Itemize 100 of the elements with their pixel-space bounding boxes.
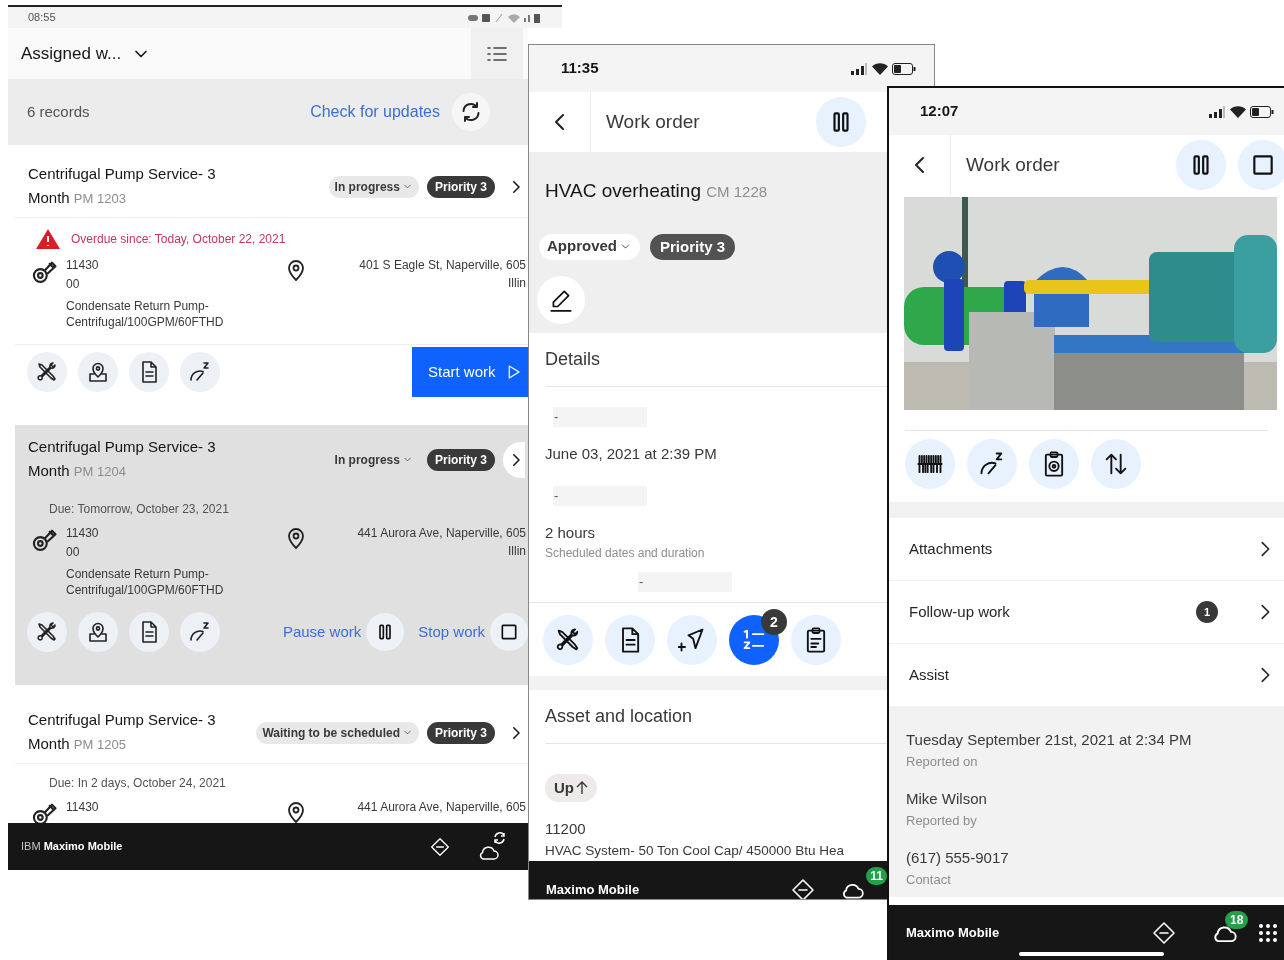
view-selector[interactable]: Assigned w...: [21, 40, 152, 67]
priority-badge: Priority 3: [426, 448, 495, 471]
stop-work-link[interactable]: Stop work: [418, 620, 485, 644]
status-dropdown[interactable]: Approved: [539, 233, 640, 260]
work-order-title: Centrifugal Pump Service- 3 Month PM 1205: [28, 710, 217, 754]
stop-button[interactable]: [1238, 140, 1284, 190]
action-button[interactable]: [180, 352, 220, 392]
status-time: 08:55: [28, 10, 56, 26]
signal-icon: [850, 62, 868, 75]
open-button[interactable]: [503, 441, 525, 478]
check-updates-link[interactable]: Check for updates: [310, 100, 440, 124]
stop-icon: [1250, 152, 1276, 178]
asset-line: 00: [66, 544, 81, 561]
section-heading: Asset and location: [545, 705, 693, 728]
asset-description: Condensate Return Pump- Centrifugal/100GPM/60FTHD: [66, 566, 225, 598]
send-plus-icon: [678, 626, 706, 654]
work-order-title: Centrifugal Pump Service- 3 Month PM 1203: [28, 164, 217, 208]
action-button[interactable]: [78, 352, 118, 392]
pause-button[interactable]: [1176, 140, 1226, 190]
action-button[interactable]: [78, 612, 118, 652]
screen-title: Work order: [965, 152, 1061, 177]
status-dropdown[interactable]: In progress: [328, 175, 419, 198]
info-label: Reported on: [906, 752, 979, 771]
diamond-icon: [430, 836, 450, 857]
status-time: 11:35: [561, 58, 599, 79]
signal-icon: [1208, 105, 1226, 118]
asset-number: 11200: [545, 819, 587, 839]
pause-work-link[interactable]: Pause work: [282, 620, 362, 644]
work-order-title: HVAC overheating CM 1228: [545, 179, 769, 203]
battery-icon: [892, 62, 916, 75]
asset-line: 00: [66, 276, 81, 293]
wifi-icon: [1230, 105, 1246, 118]
start-work-button[interactable]: Start work: [412, 347, 528, 397]
refresh-button[interactable]: [452, 93, 490, 131]
address-line: Illin: [508, 543, 526, 560]
action-button[interactable]: [543, 615, 593, 665]
info-label: Contact: [906, 870, 952, 889]
asset-status-badge: Up: [545, 774, 597, 802]
action-button[interactable]: [1091, 439, 1141, 489]
action-button[interactable]: [667, 615, 717, 665]
app-name: IBM Maximo Mobile: [21, 839, 123, 855]
action-button[interactable]: [129, 352, 169, 392]
action-button[interactable]: [1029, 439, 1079, 489]
status-time: 12:07: [920, 101, 959, 122]
app-name: Maximo Mobile: [906, 923, 1000, 942]
action-button[interactable]: [129, 612, 169, 652]
battery-icon: [1250, 105, 1274, 118]
work-order-card[interactable]: [15, 425, 528, 685]
info-value: Tuesday September 21st, 2021 at 2:34 PM: [906, 730, 1193, 750]
address: 441 Aurora Ave, Naperville, 605: [357, 525, 526, 542]
action-button[interactable]: [180, 612, 220, 652]
pause-button[interactable]: [366, 613, 405, 651]
empty-value: -: [638, 572, 732, 592]
field-label: Scheduled dates and duration: [545, 545, 706, 562]
priority-badge: Priority 3: [650, 233, 736, 260]
stop-button[interactable]: [490, 613, 528, 651]
stop-icon: [499, 622, 519, 642]
priority-badge: Priority 3: [426, 721, 495, 744]
edit-button[interactable]: [537, 275, 585, 324]
app-grid-icon: [1258, 922, 1278, 943]
empty-value: -: [553, 407, 647, 427]
action-button[interactable]: [967, 439, 1017, 489]
wifi-icon: [872, 62, 888, 75]
action-button[interactable]: [905, 439, 955, 489]
info-value: Mike Wilson: [906, 789, 988, 809]
map-pin-icon: [86, 360, 110, 384]
app-name: Maximo Mobile: [546, 881, 640, 899]
action-button[interactable]: [605, 615, 655, 665]
work-order-title: Centrifugal Pump Service- 3 Month PM 1204: [28, 437, 217, 481]
list-view-button[interactable]: [471, 28, 523, 79]
priority-badge: Priority 3: [426, 175, 495, 198]
record-count: 6 records: [27, 101, 90, 122]
asset-number: 11430: [66, 525, 100, 542]
action-button[interactable]: [27, 612, 67, 652]
info-value: (617) 555-9017: [906, 848, 1010, 868]
wrench-screwdriver-icon: [35, 360, 59, 384]
action-button[interactable]: [729, 615, 779, 665]
sync-count-badge: 18: [1225, 911, 1249, 929]
gauge-icon: [188, 620, 212, 644]
address-line: Illin: [508, 275, 526, 292]
due-date: Due: Tomorrow, October 23, 2021: [48, 501, 229, 518]
due-date: Overdue since: Today, October 22, 2021: [71, 231, 286, 248]
field-value: 2 hours: [545, 522, 597, 543]
asset-number: 11430: [66, 799, 100, 816]
sync-count-badge: 11: [866, 866, 887, 885]
status-dropdown[interactable]: Waiting to be scheduled: [256, 721, 419, 744]
warning-icon: [35, 228, 61, 250]
address: 441 Aurora Ave, Naperville, 605: [357, 799, 526, 816]
action-button[interactable]: [27, 352, 67, 392]
asset-description: Condensate Return Pump- Centrifugal/100GPM/60FTHD: [66, 298, 225, 330]
wrench-screwdriver-icon: [35, 620, 59, 644]
pause-button[interactable]: [816, 97, 866, 147]
count-badge: 2: [761, 609, 787, 635]
info-label: Reported by: [906, 811, 978, 830]
due-date: Due: In 2 days, October 24, 2021: [48, 775, 226, 792]
action-button[interactable]: [791, 615, 841, 665]
map-pin-icon: [86, 620, 110, 644]
screen-title: Work order: [605, 109, 701, 134]
field-value: June 03, 2021 at 2:39 PM: [545, 444, 718, 464]
gauge-icon: [188, 360, 212, 384]
